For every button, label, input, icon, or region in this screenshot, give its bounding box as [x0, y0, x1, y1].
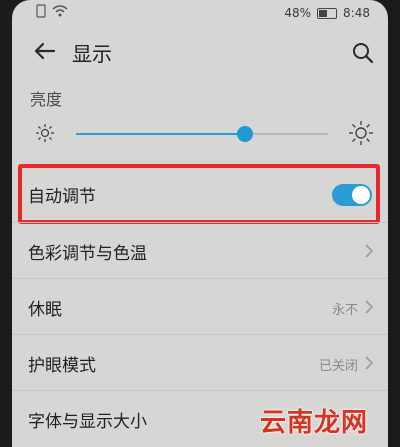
sleep-row[interactable]: 休眠 永不	[12, 278, 388, 335]
sun-large-icon	[349, 121, 373, 145]
battery-icon	[317, 7, 338, 19]
color-temperature-row[interactable]: 色彩调节与色温	[12, 222, 388, 279]
sleep-value: 永不	[331, 303, 358, 318]
battery-percent: 48%	[284, 6, 312, 20]
sleep-label: 休眠	[28, 300, 62, 320]
watermark-logo: 云南龙网	[259, 408, 368, 438]
eye-comfort-value: 已关闭	[318, 359, 358, 374]
page-title: 显示	[72, 42, 112, 66]
auto-brightness-toggle[interactable]	[332, 184, 372, 206]
brightness-slider-thumb[interactable]	[236, 126, 253, 142]
eye-comfort-label: 护眼模式	[28, 356, 96, 376]
color-temperature-label: 色彩调节与色温	[28, 244, 147, 264]
chevron-right-icon	[365, 356, 374, 370]
font-display-size-label: 字体与显示大小	[28, 412, 147, 432]
sun-small-icon	[36, 124, 54, 142]
device-edge	[388, 0, 400, 447]
eye-comfort-row[interactable]: 护眼模式 已关闭	[12, 334, 388, 391]
toggle-knob	[352, 186, 370, 204]
status-time: 8:48	[343, 6, 370, 20]
status-right: 48% 8:48	[284, 6, 370, 20]
chevron-right-icon	[365, 244, 374, 258]
search-icon[interactable]	[350, 40, 376, 66]
highlight-box	[18, 164, 380, 224]
brightness-slider-fill	[76, 133, 245, 135]
status-left-icons	[36, 4, 68, 18]
back-arrow-icon[interactable]	[30, 36, 60, 66]
sim-card-icon	[36, 4, 46, 18]
brightness-slider[interactable]	[76, 126, 328, 142]
brightness-section-label: 亮度	[30, 90, 63, 109]
phone-screen: 48% 8:48 显示 亮度 自动调节 色彩调节与色温 休眠 永不 护眼模式 已…	[12, 0, 388, 447]
wifi-icon	[52, 5, 68, 17]
brightness-slider-row	[12, 118, 388, 158]
status-bar: 48% 8:48	[12, 0, 388, 30]
chevron-right-icon	[365, 300, 374, 314]
app-bar: 显示	[12, 30, 388, 78]
